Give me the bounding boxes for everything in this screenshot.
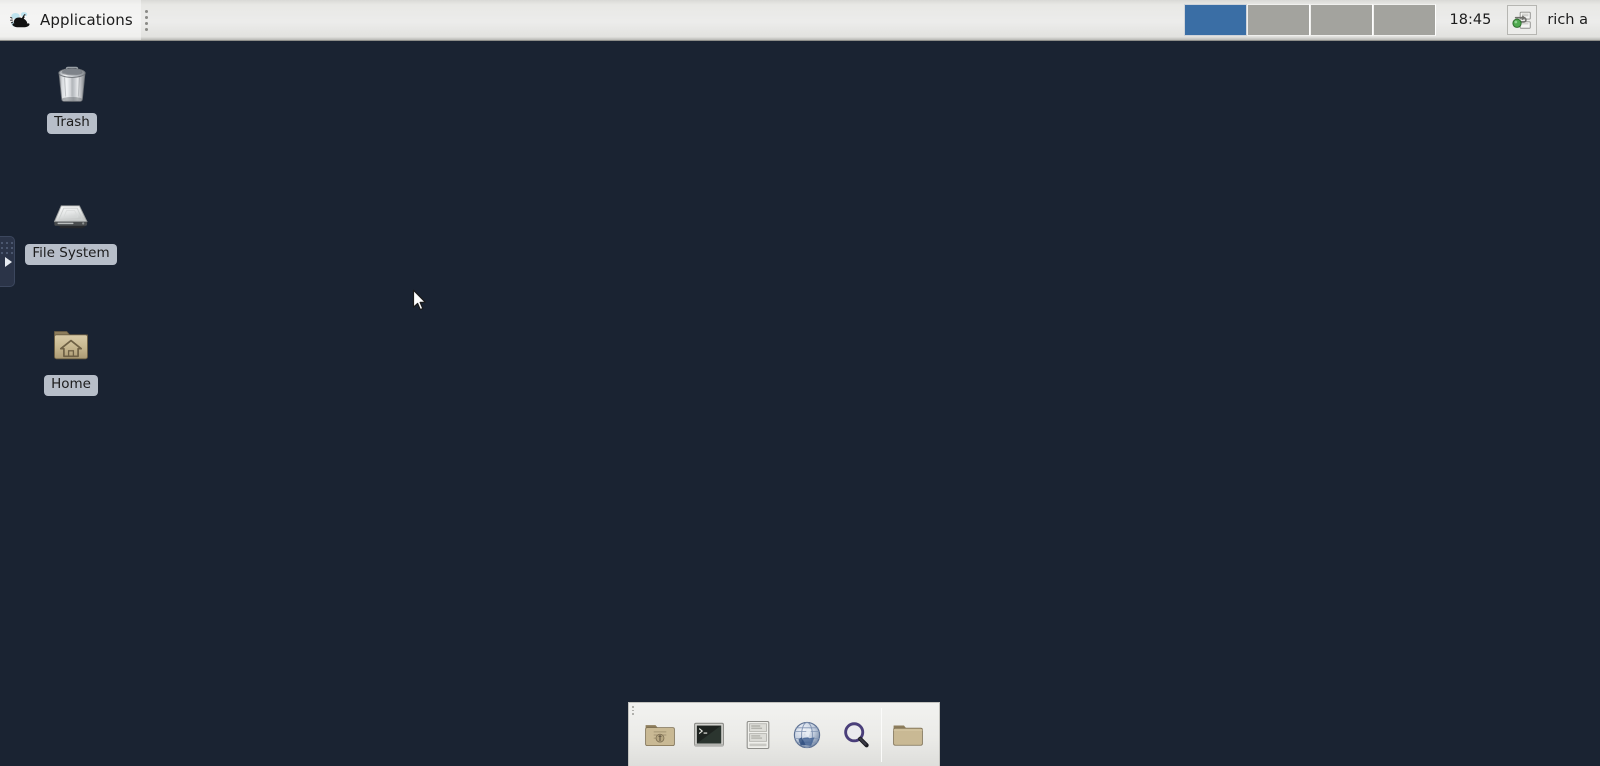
desktop-icon-label: File System [25,244,117,265]
dock-item-folder[interactable] [883,707,932,763]
workspace-3[interactable] [1309,4,1373,36]
dock-item-app-finder[interactable] [733,707,782,763]
arrow-pointer-icon [412,289,428,313]
home-folder-icon [45,318,97,370]
workspace-4[interactable] [1372,4,1436,36]
dock-grip-handle[interactable] [632,706,637,716]
dock-item-file-manager[interactable] [635,707,684,763]
network-tray-icon[interactable] [1507,5,1538,35]
panel-spacer [153,0,1184,40]
dock-panel [628,702,940,766]
user-menu[interactable]: rich a [1539,0,1600,40]
left-panel-expand-handle[interactable] [0,236,15,287]
hard-drive-icon [45,187,97,239]
xfce-mouse-icon [10,8,34,32]
panel-expand-arrow-icon [4,256,12,267]
workspace-1[interactable] [1183,4,1247,36]
dock-item-terminal[interactable] [684,707,733,763]
desktop-icon-label: Home [44,375,98,396]
workspace-switcher[interactable] [1183,0,1436,40]
clock[interactable]: 18:45 [1436,0,1506,40]
dock-item-search[interactable] [831,707,880,763]
grip-dots-icon [1,242,13,254]
grip-dots-icon [145,9,149,31]
desktop-icon-home[interactable]: Home [23,318,119,396]
dock-separator [881,707,882,762]
dock-item-web-browser[interactable] [782,707,831,763]
desktop-icon-filesystem[interactable]: File System [23,187,119,265]
trash-can-icon [46,56,98,108]
applications-menu-button[interactable]: Applications [0,0,141,40]
top-panel: Applications 18:45 rich a [0,0,1600,41]
desktop-icon-trash[interactable]: Trash [24,56,120,134]
panel-grip-handle[interactable] [141,0,153,40]
applications-menu-label: Applications [40,11,133,29]
workspace-2[interactable] [1246,4,1310,36]
desktop-icon-label: Trash [47,113,97,134]
